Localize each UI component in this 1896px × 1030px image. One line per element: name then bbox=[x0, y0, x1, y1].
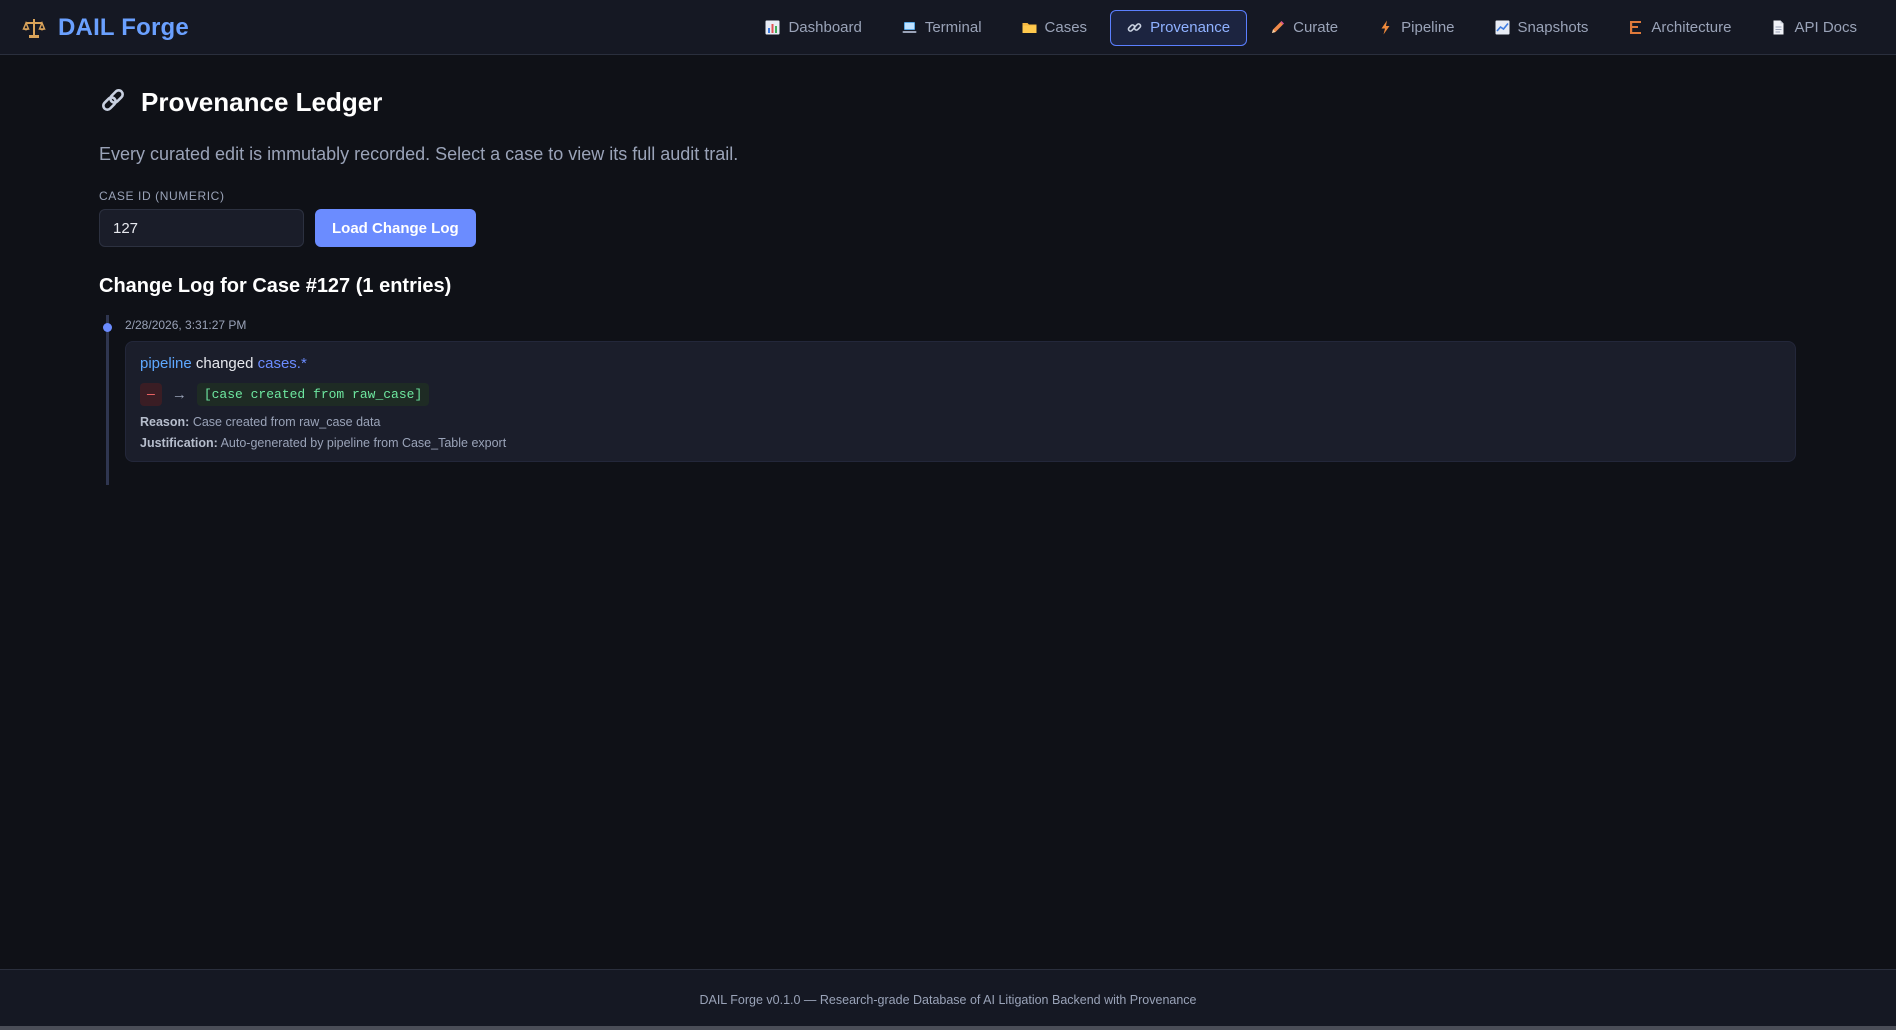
entry-timestamp: 2/28/2026, 3:31:27 PM bbox=[125, 318, 247, 332]
scales-icon bbox=[22, 16, 46, 40]
case-id-label: CASE ID (NUMERIC) bbox=[99, 189, 225, 203]
nav-item-curate[interactable]: Curate bbox=[1253, 10, 1355, 46]
lightning-icon bbox=[1378, 20, 1393, 35]
nav-item-snapshots[interactable]: Snapshots bbox=[1478, 10, 1606, 46]
link-icon bbox=[1127, 20, 1142, 35]
reason-label: Reason: bbox=[140, 415, 190, 429]
footer-text: DAIL Forge v0.1.0 — Research-grade Datab… bbox=[699, 993, 1197, 1007]
nav-item-label: Architecture bbox=[1651, 19, 1732, 36]
folder-icon bbox=[1022, 20, 1037, 35]
nav-item-label: API Docs bbox=[1794, 19, 1857, 36]
nav-item-provenance[interactable]: Provenance bbox=[1110, 9, 1248, 46]
entry-justification: Justification: Auto-generated by pipelin… bbox=[140, 436, 506, 450]
brand[interactable]: DAIL Forge bbox=[22, 0, 189, 55]
laptop-icon bbox=[902, 20, 917, 35]
main-nav: Dashboard Terminal Cases Provenance Cura… bbox=[748, 0, 1874, 55]
bar-chart-icon bbox=[765, 20, 780, 35]
nav-item-dashboard[interactable]: Dashboard bbox=[748, 10, 878, 46]
changelog-heading: Change Log for Case #127 (1 entries) bbox=[99, 275, 452, 297]
nav-item-terminal[interactable]: Terminal bbox=[885, 10, 999, 46]
reason-text: Case created from raw_case data bbox=[192, 415, 381, 429]
nav-item-cases[interactable]: Cases bbox=[1005, 10, 1105, 46]
pencil-icon bbox=[1270, 20, 1285, 35]
nav-item-label: Provenance bbox=[1150, 19, 1231, 36]
nav-item-label: Pipeline bbox=[1401, 19, 1455, 36]
nav-item-label: Dashboard bbox=[788, 19, 862, 36]
nav-item-label: Curate bbox=[1293, 19, 1339, 36]
link-icon bbox=[99, 86, 127, 119]
arrow-icon: → bbox=[171, 386, 187, 403]
nav-item-api-docs[interactable]: API Docs bbox=[1754, 10, 1874, 46]
entry-summary: pipeline changed cases.* bbox=[140, 355, 307, 372]
justification-text: Auto-generated by pipeline from Case_Tab… bbox=[220, 436, 507, 450]
case-id-input[interactable] bbox=[99, 209, 304, 247]
entry-verb: changed bbox=[195, 355, 254, 372]
bottom-scrollbar-edge bbox=[0, 1026, 1896, 1030]
building-icon bbox=[1628, 20, 1643, 35]
justification-label: Justification: bbox=[140, 436, 218, 450]
chart-icon bbox=[1495, 20, 1510, 35]
timeline: 2/28/2026, 3:31:27 PM pipeline changed c… bbox=[103, 315, 1799, 485]
entry-actor[interactable]: pipeline bbox=[140, 355, 192, 372]
nav-item-architecture[interactable]: Architecture bbox=[1611, 10, 1748, 46]
entry-field[interactable]: cases.* bbox=[258, 355, 307, 372]
footer: DAIL Forge v0.1.0 — Research-grade Datab… bbox=[0, 969, 1896, 1030]
top-navigation-bar: DAIL Forge Dashboard Terminal Cases Prov… bbox=[0, 0, 1896, 55]
new-value: [case created from raw_case] bbox=[196, 383, 430, 406]
page-title: Provenance Ledger bbox=[141, 87, 383, 117]
nav-item-label: Cases bbox=[1044, 19, 1088, 36]
page-subtitle: Every curated edit is immutably recorded… bbox=[99, 144, 739, 164]
timeline-dot bbox=[103, 323, 112, 332]
entry-reason: Reason: Case created from raw_case data bbox=[140, 415, 380, 429]
load-change-log-button[interactable]: Load Change Log bbox=[315, 209, 476, 247]
page-header: Provenance Ledger bbox=[99, 86, 382, 119]
nav-item-pipeline[interactable]: Pipeline bbox=[1361, 10, 1471, 46]
app-title: DAIL Forge bbox=[58, 13, 189, 41]
timeline-line bbox=[106, 315, 109, 485]
nav-item-label: Terminal bbox=[924, 19, 982, 36]
nav-item-label: Snapshots bbox=[1517, 19, 1589, 36]
change-entry-card: pipeline changed cases.* — → [case creat… bbox=[125, 341, 1796, 462]
entry-diff: — → [case created from raw_case] bbox=[140, 383, 430, 406]
document-icon bbox=[1771, 20, 1786, 35]
old-value: — bbox=[140, 383, 162, 406]
